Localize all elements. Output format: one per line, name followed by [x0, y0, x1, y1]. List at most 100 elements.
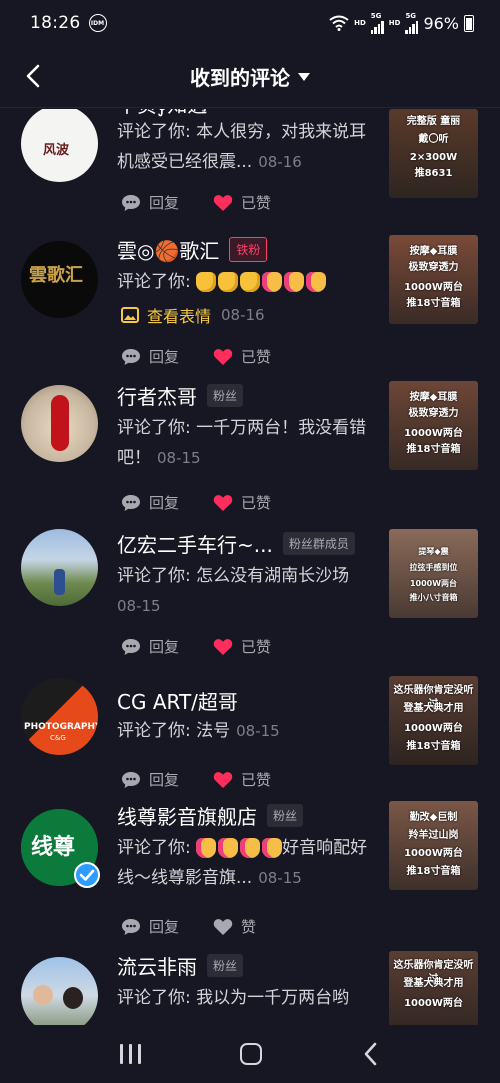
video-thumbnail[interactable]: 按摩◆耳膜 极致穿透力 1000W两台 推18寸音箱: [389, 235, 478, 324]
name-row: 行者杰哥 粉丝: [117, 381, 244, 410]
hd-label: HD: [388, 19, 401, 27]
reply-button[interactable]: 回复: [121, 769, 179, 790]
thumb-text: 登基大典才用: [403, 703, 464, 714]
name-row: 线尊影音旗舰店 粉丝: [117, 801, 304, 830]
thumbs-up-emoji-icon: [262, 272, 283, 292]
reply-button[interactable]: 回复: [121, 192, 179, 213]
commenter-name[interactable]: 亿宏二手车行~...: [117, 529, 273, 558]
view-sticker-link[interactable]: 查看表情 08-16: [121, 303, 265, 327]
comment-text[interactable]: 评论了你: 好音响配好线～线尊影音旗... 08-15: [117, 833, 379, 893]
video-thumbnail[interactable]: 勤改◆巨制 羚羊过山岗 1000W两台 推18寸音箱: [389, 801, 478, 890]
like-button[interactable]: 已赞: [213, 346, 271, 367]
comment-text[interactable]: 评论了你:: [117, 267, 379, 297]
reply-button[interactable]: 回复: [121, 916, 179, 937]
liked-label: 已赞: [241, 771, 272, 789]
home-icon[interactable]: [240, 1043, 263, 1065]
commenter-name[interactable]: 流云非雨: [117, 951, 197, 980]
avatar[interactable]: 风波: [21, 109, 98, 182]
avatar-face: [33, 985, 53, 1005]
avatar[interactable]: [21, 385, 98, 462]
avatar[interactable]: 雲歌汇: [21, 241, 98, 318]
clap-emoji-icon: [240, 272, 261, 292]
chat-bubble-icon: [122, 194, 140, 211]
name-row: 亿宏二手车行~... 粉丝群成员: [117, 529, 355, 558]
commenter-name[interactable]: CG ART/超哥: [117, 686, 238, 715]
video-thumbnail[interactable]: 提琴◆震 拉弦手感到位 1000W两台 推小八寸音箱: [389, 529, 478, 618]
video-thumbnail[interactable]: 这乐器你肯定没听过 登基大典才用 1000W两台 推18寸音箱: [389, 676, 478, 765]
like-button[interactable]: 赞: [213, 916, 256, 937]
5g-label: 5G: [370, 12, 382, 20]
avatar-text: 雲歌汇: [29, 265, 83, 286]
commenter-name[interactable]: 行者杰哥: [117, 381, 197, 410]
comment-text[interactable]: 评论了你: 法号 08-15: [117, 716, 379, 746]
video-thumbnail[interactable]: 这乐器你肯定没听过 登基大典才用 1000W两台: [389, 951, 478, 1025]
reply-button[interactable]: 回复: [121, 492, 179, 513]
status-icons: HD 5G HD 5G 96%: [329, 12, 474, 34]
comment-date: 08-15: [117, 597, 161, 615]
thumb-text: 极致穿透力: [408, 408, 459, 419]
reply-button[interactable]: 回复: [121, 636, 179, 657]
comment-text[interactable]: 评论了你: 怎么没有湖南长沙场 08-15: [117, 561, 379, 621]
comment-date: 08-16: [221, 306, 265, 324]
back-nav-icon[interactable]: [362, 1041, 380, 1067]
thumbs-up-emoji-icon: [306, 272, 327, 292]
thumbs-up-emoji-icon: [196, 838, 217, 858]
avatar-text: 线尊: [31, 835, 76, 860]
thumb-text: 1000W两台: [404, 282, 463, 293]
caret-down-icon[interactable]: [298, 72, 310, 81]
commenter-name[interactable]: 雲◎🏀歌汇: [117, 235, 219, 264]
comment-body: 评论了你: 本人很穷，对我来说耳机感受已经很震...: [117, 122, 367, 172]
status-time: 18:26: [30, 13, 81, 33]
comment-text[interactable]: 评论了你: 我以为一千万两台哟: [117, 983, 385, 1013]
signal-bars-icon: [405, 20, 419, 34]
page-title[interactable]: 收到的评论: [190, 62, 290, 91]
comment-text[interactable]: 评论了你: 本人很穷，对我来说耳机感受已经很震... 08-16: [117, 117, 379, 177]
comment-text[interactable]: 评论了你: 一千万两台！我没看错吧！ 08-15: [117, 413, 379, 473]
verified-check-icon: [74, 862, 100, 888]
like-button[interactable]: 已赞: [213, 636, 271, 657]
heart-icon: [213, 638, 233, 655]
thumb-text: 推18寸音箱: [406, 444, 461, 455]
like-button[interactable]: 已赞: [213, 192, 271, 213]
avatar-text: 风波: [43, 143, 70, 158]
hd-label: HD: [354, 19, 366, 27]
thumb-text: 推18寸音箱: [406, 298, 461, 309]
chat-bubble-icon: [122, 638, 140, 655]
commenter-name[interactable]: 线尊影音旗舰店: [117, 801, 257, 830]
like-button[interactable]: 已赞: [213, 769, 271, 790]
reply-label: 回复: [149, 771, 180, 789]
recent-apps-icon[interactable]: [119, 1044, 141, 1064]
comment-date: 08-15: [258, 869, 302, 887]
fan-group-badge: 粉丝群成员: [282, 532, 355, 555]
name-row: 流云非雨 粉丝: [117, 951, 244, 980]
thumb-text: 1000W两台: [409, 579, 458, 588]
video-thumbnail[interactable]: 按摩◆耳膜 极致穿透力 1000W两台 推18寸音箱: [389, 381, 478, 470]
fan-badge: 粉丝: [267, 804, 304, 827]
comment-actions: 回复 已赞: [121, 346, 305, 367]
thumb-text: 羚羊过山岗: [408, 830, 459, 841]
avatar[interactable]: PHOTOGRAPHY C&G: [21, 678, 98, 755]
thumb-text: 按摩◆耳膜: [409, 246, 458, 257]
thumb-text: 推18寸音箱: [406, 741, 461, 752]
avatar[interactable]: [21, 529, 98, 606]
5g-label: 5G: [405, 12, 417, 20]
avatar-face: [63, 987, 83, 1009]
avatar[interactable]: [21, 957, 98, 1025]
reply-button[interactable]: 回复: [121, 346, 179, 367]
heart-icon: [213, 348, 233, 365]
reply-label: 回复: [149, 638, 180, 656]
avatar[interactable]: 线尊: [21, 809, 100, 888]
avatar-text: C&G: [50, 734, 66, 742]
comment-list: 风波 不负∮知遇 评论了你: 本人很穷，对我来说耳机感受已经很震...08-16…: [0, 109, 500, 1025]
name-row: 雲◎🏀歌汇 铁粉: [117, 235, 268, 264]
thumbs-up-emoji-icon: [218, 838, 239, 858]
comment-date: 08-15: [157, 449, 201, 467]
like-label: 赞: [241, 918, 257, 936]
thumb-text: 登基大典才用: [403, 978, 464, 989]
back-arrow-icon[interactable]: [20, 62, 48, 90]
video-thumbnail[interactable]: 完整版 童丽 戴〇听 2×300W 推8631: [389, 109, 478, 198]
like-button[interactable]: 已赞: [213, 492, 271, 513]
thumb-text: 戴〇听: [418, 134, 449, 145]
emoji-row: [196, 272, 327, 292]
avatar-text: PHOTOGRAPHY: [24, 722, 98, 732]
